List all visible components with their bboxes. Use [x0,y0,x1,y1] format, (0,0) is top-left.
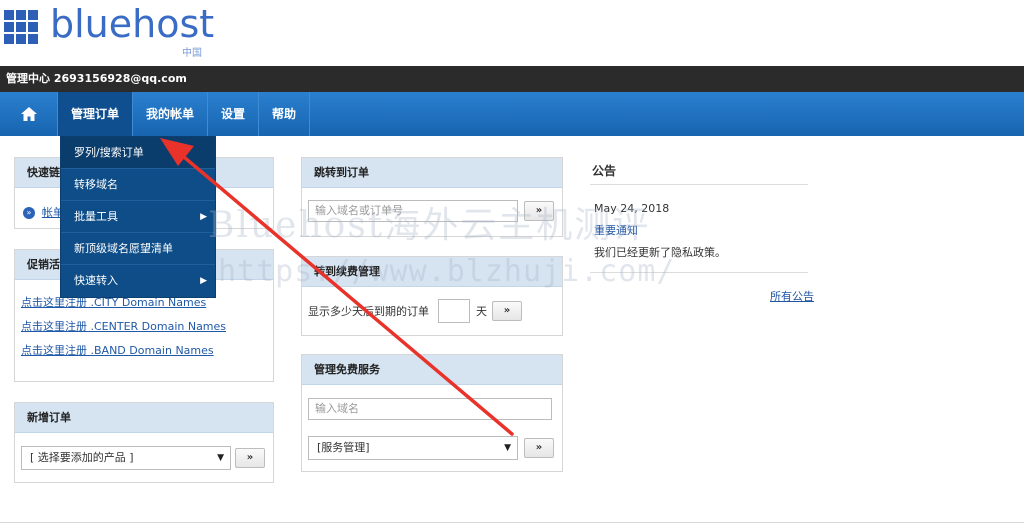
domain-input[interactable]: 输入域名 [308,398,552,420]
announcement-date: May 24, 2018 [594,202,670,215]
announcement-divider [590,184,808,185]
logo-text: bluehost [50,2,215,46]
logo-subtext: 中国 [182,48,202,59]
promo-link-center[interactable]: 点击这里注册 .CENTER Domain Names [21,320,226,333]
product-select[interactable]: [ 选择要添加的产品 ] ▼ [21,446,231,470]
nav-settings[interactable]: 设置 [208,92,260,136]
main-nav: 管理订单 我的帐单 设置 帮助 [0,92,1024,136]
free-services-title: 管理免费服务 [302,355,562,385]
dd-new-tld-wishlist[interactable]: 新顶级域名愿望清单 [61,233,215,265]
renew-days-input[interactable] [438,299,470,323]
logo-grid-icon [4,10,38,44]
announcement-notice-link[interactable]: 重要通知 [594,222,638,238]
renew-go-button[interactable]: » [492,301,522,321]
new-order-go-button[interactable]: » [235,448,265,468]
footer-divider [0,522,1024,523]
caret-right-icon: ▶ [200,276,207,286]
all-announcements-link[interactable]: 所有公告 [770,288,814,304]
free-services-panel: 管理免费服务 输入域名 [服务管理] ▼ » [301,354,563,472]
manage-orders-dropdown: 罗列/搜索订单 转移域名 批量工具 ▶ 新顶级域名愿望清单 快速转入 ▶ [60,136,216,298]
announcement-title: 公告 [592,164,617,178]
dd-list-search-orders[interactable]: 罗列/搜索订单 [61,137,215,169]
renew-panel: 转到续费管理 显示多少天后到期的订单 天 » [301,256,563,336]
promo-link-band[interactable]: 点击这里注册 .BAND Domain Names [21,344,214,357]
page: bluehost 中国 管理中心 2693156928@qq.com 管理订单 … [0,0,1024,531]
renew-label: 显示多少天后到期的订单 [308,305,429,318]
order-search-input[interactable]: 输入域名或订单号 [308,200,518,222]
nav-home[interactable] [0,92,58,136]
caret-down-icon: ▼ [504,443,511,453]
announcement-divider-bottom [590,272,808,273]
caret-down-icon: ▼ [217,453,224,463]
new-order-title: 新增订单 [15,403,273,433]
account-bar: 管理中心 2693156928@qq.com [0,66,1024,92]
renew-unit: 天 [476,305,487,318]
home-icon [20,107,37,121]
dd-bulk-tools-label: 批量工具 [74,210,118,223]
service-select[interactable]: [服务管理] ▼ [308,436,518,460]
nav-help[interactable]: 帮助 [259,92,311,136]
renew-title: 转到续费管理 [302,257,562,287]
free-go-button[interactable]: » [524,438,554,458]
jump-go-button[interactable]: » [524,201,554,221]
dd-quick-transfer[interactable]: 快速转入 ▶ [61,265,215,297]
new-order-panel: 新增订单 [ 选择要添加的产品 ] ▼ » [14,402,274,483]
dd-quick-transfer-label: 快速转入 [74,274,118,287]
announcement-text: 我们已经更新了隐私政策。 [594,246,726,259]
caret-right-icon: ▶ [200,212,207,222]
product-select-value: [ 选择要添加的产品 ] [30,451,134,464]
service-select-value: [服务管理] [317,441,370,454]
dd-bulk-tools[interactable]: 批量工具 ▶ [61,201,215,233]
nav-my-billing[interactable]: 我的帐单 [133,92,209,136]
nav-manage-orders[interactable]: 管理订单 [58,92,134,136]
jump-order-panel: 跳转到订单 输入域名或订单号 » [301,157,563,237]
chevron-right-icon: » [23,206,35,219]
jump-order-title: 跳转到订单 [302,158,562,188]
dd-transfer-domain[interactable]: 转移域名 [61,169,215,201]
